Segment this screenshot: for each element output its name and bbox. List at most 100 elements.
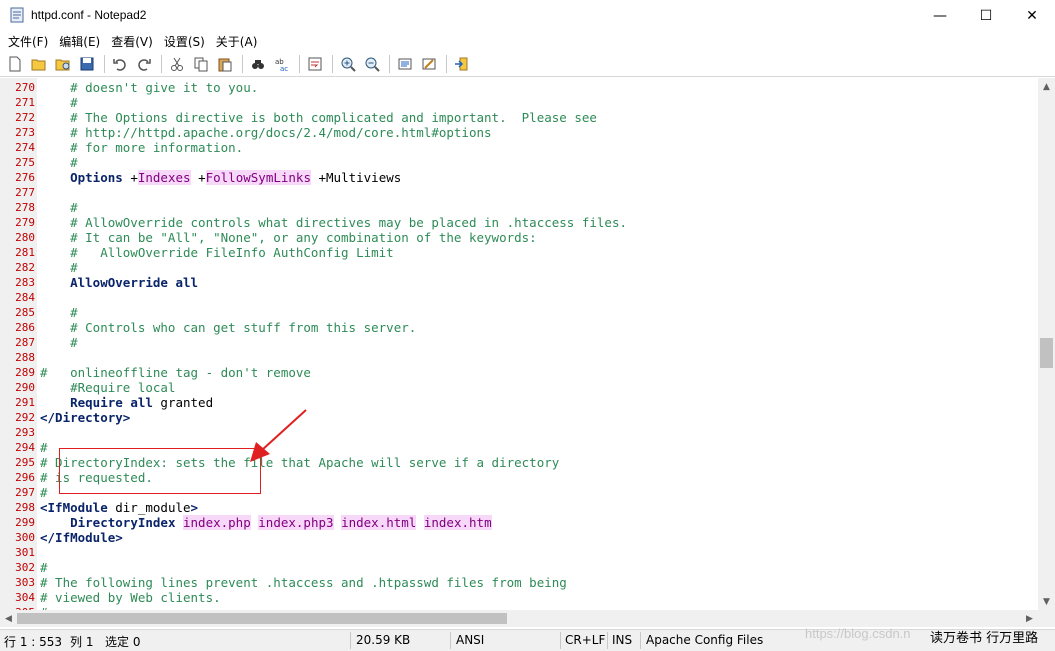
code-token: </IfModule> <box>40 530 123 545</box>
scroll-up-arrow-icon[interactable]: ▲ <box>1038 78 1055 95</box>
code-text: Require all granted <box>40 395 213 410</box>
status-position: 行 1 : 553 <box>4 635 63 649</box>
status-selection: 选定 0 <box>105 635 141 649</box>
vertical-scrollbar[interactable]: ▲ ▼ <box>1038 78 1055 610</box>
code-line: 282 # <box>0 260 1038 275</box>
open-file-icon[interactable] <box>28 53 50 75</box>
code-token: # <box>40 305 78 320</box>
zoom-in-icon[interactable] <box>337 53 359 75</box>
menu-file[interactable]: 文件(F) <box>4 33 55 50</box>
title-bar: httpd.conf - Notepad2 — ☐ ✕ <box>0 0 1055 31</box>
menu-about[interactable]: 关于(A) <box>212 33 265 50</box>
line-number: 297 <box>15 486 35 499</box>
code-text: # It can be "All", "None", or any combin… <box>40 230 537 245</box>
status-divider <box>607 632 608 649</box>
code-text: </IfModule> <box>40 530 123 545</box>
code-text: # <box>40 560 48 575</box>
code-line: 300 </IfModule> <box>0 530 1038 545</box>
maximize-button[interactable]: ☐ <box>963 0 1009 31</box>
code-line: 283 AllowOverride all <box>0 275 1038 290</box>
minimize-button[interactable]: — <box>917 0 963 31</box>
replace-icon[interactable]: ab ac <box>271 53 293 75</box>
status-divider <box>350 632 351 649</box>
scroll-left-arrow-icon[interactable]: ◀ <box>0 610 17 627</box>
code-text: # <box>40 305 78 320</box>
status-eol[interactable]: CR+LF <box>565 633 605 647</box>
watermark-url: https://blog.csdn.n <box>805 626 911 641</box>
line-number: 283 <box>15 276 35 289</box>
menu-settings[interactable]: 设置(S) <box>160 33 212 50</box>
horizontal-scrollbar[interactable]: ◀ ▶ <box>0 610 1038 627</box>
code-token: </Directory> <box>40 410 131 425</box>
code-text: # <box>40 155 78 170</box>
redo-icon[interactable] <box>133 53 155 75</box>
customize-icon[interactable] <box>418 53 440 75</box>
close-button[interactable]: ✕ <box>1009 0 1055 31</box>
status-divider <box>450 632 451 649</box>
window-title: httpd.conf - Notepad2 <box>31 8 147 22</box>
annotation-arrow <box>250 409 307 462</box>
exit-icon[interactable] <box>451 53 473 75</box>
cut-icon[interactable] <box>166 53 188 75</box>
code-line: 278 # <box>0 200 1038 215</box>
code-token: index.php <box>183 515 251 530</box>
line-number: 276 <box>15 171 35 184</box>
code-text: # Controls who can get stuff from this s… <box>40 320 416 335</box>
status-ins[interactable]: INS <box>612 633 632 647</box>
zoom-out-icon[interactable] <box>361 53 383 75</box>
line-number: 298 <box>15 501 35 514</box>
code-text: # <box>40 200 78 215</box>
new-file-icon[interactable] <box>4 53 26 75</box>
copy-icon[interactable] <box>190 53 212 75</box>
code-token: FollowSymLinks <box>205 170 311 185</box>
code-line: 301 <box>0 545 1038 560</box>
code-line: 287 # <box>0 335 1038 350</box>
code-token: + <box>190 170 206 185</box>
status-scheme[interactable]: Apache Config Files <box>646 633 763 647</box>
code-token: # <box>40 95 78 110</box>
line-number: 280 <box>15 231 35 244</box>
notepad-icon <box>10 7 24 23</box>
code-text: # viewed by Web clients. <box>40 590 221 605</box>
code-text: </Directory> <box>40 410 130 425</box>
status-encoding[interactable]: ANSI <box>456 633 484 647</box>
editor-area[interactable]: 270 # doesn't give it to you. 271 #272 # … <box>0 78 1038 610</box>
line-number: 302 <box>15 561 35 574</box>
line-number: 295 <box>15 456 35 469</box>
menu-bar: 文件(F) 编辑(E) 查看(V) 设置(S) 关于(A) <box>0 31 1055 51</box>
menu-view[interactable]: 查看(V) <box>107 33 160 50</box>
code-token: granted <box>152 395 214 410</box>
code-token: DirectoryIndex <box>70 515 176 530</box>
find-icon[interactable] <box>247 53 269 75</box>
code-token: # <box>40 560 48 575</box>
scroll-down-arrow-icon[interactable]: ▼ <box>1038 593 1055 610</box>
vertical-scroll-thumb[interactable] <box>1040 338 1053 368</box>
scroll-right-arrow-icon[interactable]: ▶ <box>1021 610 1038 627</box>
scheme-icon[interactable] <box>394 53 416 75</box>
status-column: 列 1 <box>70 635 94 649</box>
save-icon[interactable] <box>76 53 98 75</box>
toolbar-separator <box>104 54 105 73</box>
browse-icon[interactable] <box>52 53 74 75</box>
horizontal-scroll-thumb[interactable] <box>17 613 507 624</box>
paste-icon[interactable] <box>214 53 236 75</box>
word-wrap-icon[interactable] <box>304 53 326 75</box>
line-number: 278 <box>15 201 35 214</box>
code-token: dir_module <box>107 500 191 515</box>
code-token: index.htm <box>423 515 492 530</box>
line-number: 299 <box>15 516 35 529</box>
code-line: 286 # Controls who can get stuff from th… <box>0 320 1038 335</box>
code-line: 271 # <box>0 95 1038 110</box>
code-line: 285 # <box>0 305 1038 320</box>
code-text: #Require local <box>40 380 175 395</box>
menu-edit[interactable]: 编辑(E) <box>55 33 107 50</box>
svg-text:ac: ac <box>280 65 288 72</box>
code-token: index.html <box>341 515 417 530</box>
code-line: 274 # for more information. <box>0 140 1038 155</box>
code-text: # <box>40 485 48 500</box>
code-token: # <box>40 440 48 455</box>
undo-icon[interactable] <box>109 53 131 75</box>
